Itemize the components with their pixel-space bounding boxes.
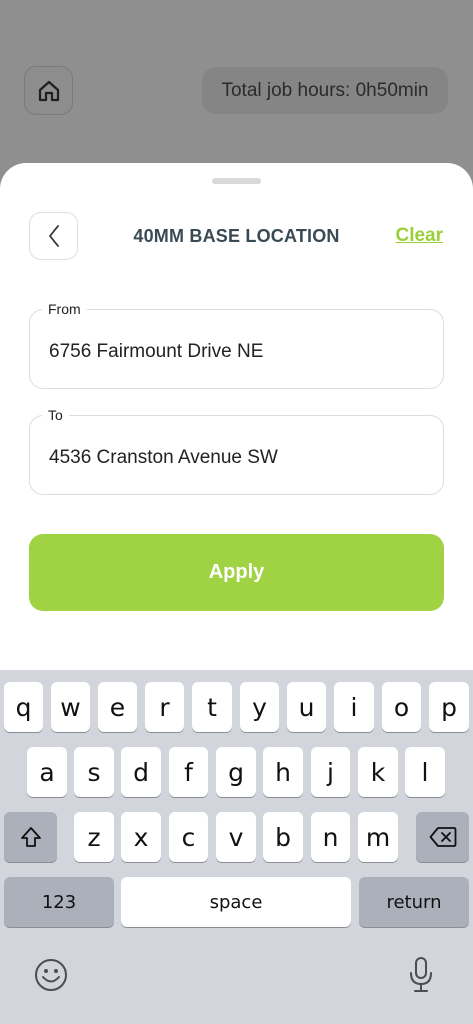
from-input[interactable]: 6756 Fairmount Drive NE (49, 341, 263, 363)
key-h[interactable]: h (263, 747, 303, 797)
key-a[interactable]: a (27, 747, 67, 797)
key-p[interactable]: p (429, 682, 469, 732)
key-k[interactable]: k (358, 747, 398, 797)
shift-icon (20, 827, 41, 847)
key-g[interactable]: g (216, 747, 256, 797)
clear-button[interactable]: Clear (395, 225, 443, 247)
sheet-title: 40MM BASE LOCATION (133, 226, 340, 246)
return-key[interactable]: return (359, 877, 469, 927)
microphone-icon (410, 957, 432, 992)
total-job-hours-badge: Total job hours: 0h50min (202, 67, 448, 114)
to-field[interactable]: To 4536 Cranston Avenue SW (29, 407, 444, 495)
key-v[interactable]: v (216, 812, 256, 862)
key-n[interactable]: n (311, 812, 350, 862)
numbers-key[interactable]: 123 (4, 877, 114, 927)
back-button[interactable] (29, 212, 78, 260)
apply-button[interactable]: Apply (29, 534, 444, 611)
key-o[interactable]: o (382, 682, 421, 732)
location-sheet: 40MM BASE LOCATION Clear From 6756 Fairm… (0, 163, 473, 683)
shift-key[interactable] (4, 812, 57, 862)
key-f[interactable]: f (169, 747, 208, 797)
key-x[interactable]: x (121, 812, 161, 862)
space-key[interactable]: space (121, 877, 351, 927)
key-w[interactable]: w (51, 682, 90, 732)
key-l[interactable]: l (405, 747, 445, 797)
sheet-grabber[interactable] (212, 178, 261, 184)
key-m[interactable]: m (358, 812, 398, 862)
home-button[interactable] (24, 66, 73, 115)
delete-key[interactable] (416, 812, 469, 862)
apply-label: Apply (208, 561, 265, 583)
emoji-button[interactable] (32, 956, 70, 994)
key-q[interactable]: q (4, 682, 43, 732)
microphone-button[interactable] (404, 954, 438, 996)
key-u[interactable]: u (287, 682, 326, 732)
delete-icon (429, 827, 456, 847)
key-j[interactable]: j (311, 747, 350, 797)
key-d[interactable]: d (121, 747, 161, 797)
keyboard: q w e r t y u i o p a s d f g h j k l z … (0, 670, 473, 1024)
key-s[interactable]: s (74, 747, 114, 797)
from-field[interactable]: From 6756 Fairmount Drive NE (29, 301, 444, 389)
key-b[interactable]: b (263, 812, 303, 862)
key-t[interactable]: t (192, 682, 232, 732)
key-z[interactable]: z (74, 812, 114, 862)
key-i[interactable]: i (334, 682, 374, 732)
key-e[interactable]: e (98, 682, 137, 732)
from-label: From (42, 301, 87, 317)
key-r[interactable]: r (145, 682, 184, 732)
total-job-hours-text: Total job hours: 0h50min (221, 79, 429, 101)
key-c[interactable]: c (169, 812, 208, 862)
emoji-icon (35, 959, 67, 991)
home-icon (38, 80, 59, 101)
key-y[interactable]: y (240, 682, 279, 732)
chevron-left-icon (48, 225, 59, 247)
to-input[interactable]: 4536 Cranston Avenue SW (49, 447, 278, 469)
to-label: To (42, 407, 69, 423)
